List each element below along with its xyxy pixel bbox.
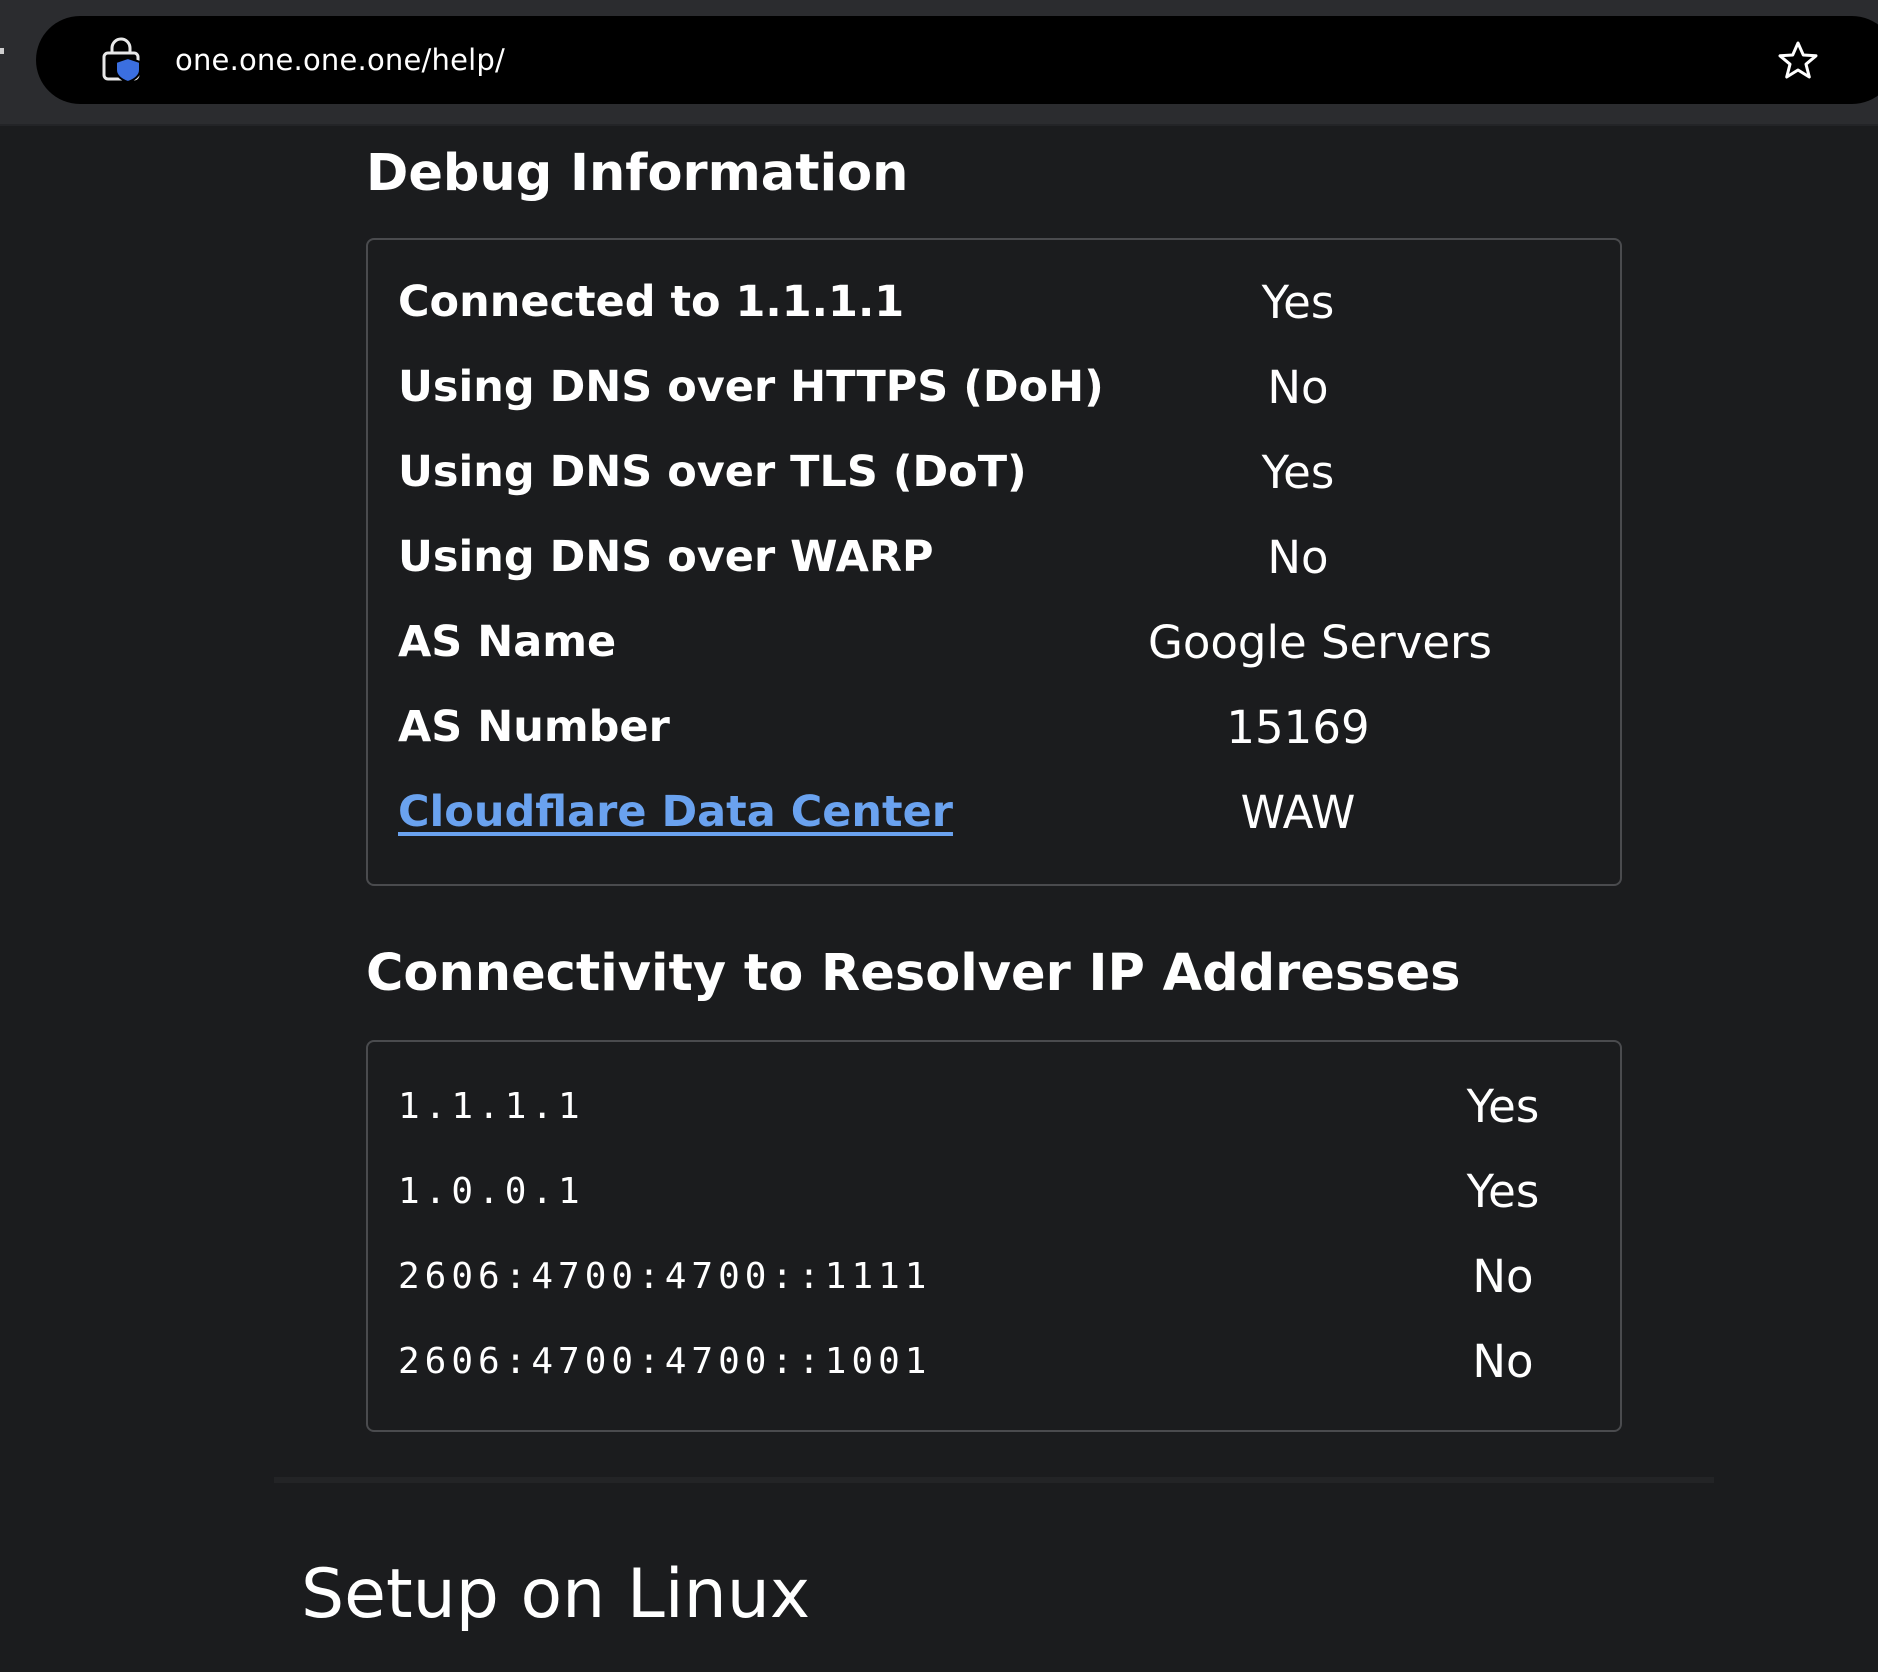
debug-row: Cloudflare Data Center WAW	[398, 770, 1588, 855]
debug-row-label: AS Name	[398, 617, 617, 667]
resolver-status: Yes	[1466, 1165, 1540, 1218]
resolver-ip: 2606:4700:4700::1111	[398, 1256, 932, 1297]
debug-information-table: Connected to 1.1.1.1 Yes Using DNS over …	[366, 238, 1622, 886]
debug-row: Connected to 1.1.1.1 Yes	[398, 260, 1588, 345]
url-text[interactable]: one.one.one.one/help/	[175, 40, 505, 80]
resolver-ip: 2606:4700:4700::1001	[398, 1341, 932, 1382]
connectivity-row: 1.1.1.1 Yes	[398, 1064, 1588, 1149]
resolver-status: Yes	[1466, 1080, 1540, 1133]
debug-row-label: Using DNS over HTTPS (DoH)	[398, 362, 1104, 412]
debug-row-label: Using DNS over WARP	[398, 532, 934, 582]
connectivity-row: 1.0.0.1 Yes	[398, 1149, 1588, 1234]
resolver-ip: 1.0.0.1	[398, 1171, 585, 1212]
section-divider	[274, 1477, 1714, 1483]
debug-information-heading: Debug Information	[366, 144, 909, 203]
debug-row-value: 15169	[1226, 701, 1370, 754]
tab-edge	[0, 48, 4, 54]
debug-row-value: No	[1267, 531, 1329, 584]
connectivity-row: 2606:4700:4700::1111 No	[398, 1234, 1588, 1319]
cloudflare-data-center-link[interactable]: Cloudflare Data Center	[398, 770, 953, 855]
debug-row-label: AS Number	[398, 702, 670, 752]
debug-row: AS Name Google Servers	[398, 600, 1588, 685]
resolver-status: No	[1472, 1335, 1534, 1388]
debug-row-value: Yes	[1261, 446, 1335, 499]
debug-row: Using DNS over TLS (DoT) Yes	[398, 430, 1588, 515]
debug-row-value: Google Servers	[1148, 616, 1493, 669]
debug-row-value: No	[1267, 361, 1329, 414]
connectivity-table: 1.1.1.1 Yes 1.0.0.1 Yes 2606:4700:4700::…	[366, 1040, 1622, 1432]
resolver-status: No	[1472, 1250, 1534, 1303]
debug-row: AS Number 15169	[398, 685, 1588, 770]
connectivity-row: 2606:4700:4700::1001 No	[398, 1319, 1588, 1404]
bookmark-star-icon[interactable]	[1777, 40, 1819, 82]
resolver-ip: 1.1.1.1	[398, 1086, 585, 1127]
debug-row-label: Connected to 1.1.1.1	[398, 277, 905, 327]
debug-row-value: Yes	[1261, 276, 1335, 329]
debug-row: Using DNS over HTTPS (DoH) No	[398, 345, 1588, 430]
connectivity-heading: Connectivity to Resolver IP Addresses	[366, 944, 1461, 1003]
setup-on-linux-heading: Setup on Linux	[301, 1555, 811, 1634]
debug-row-label: Using DNS over TLS (DoT)	[398, 447, 1027, 497]
browser-toolbar: one.one.one.one/help/	[0, 0, 1878, 126]
debug-row-value: WAW	[1240, 786, 1356, 839]
debug-row: Using DNS over WARP No	[398, 515, 1588, 600]
site-security-icon[interactable]	[100, 36, 146, 84]
